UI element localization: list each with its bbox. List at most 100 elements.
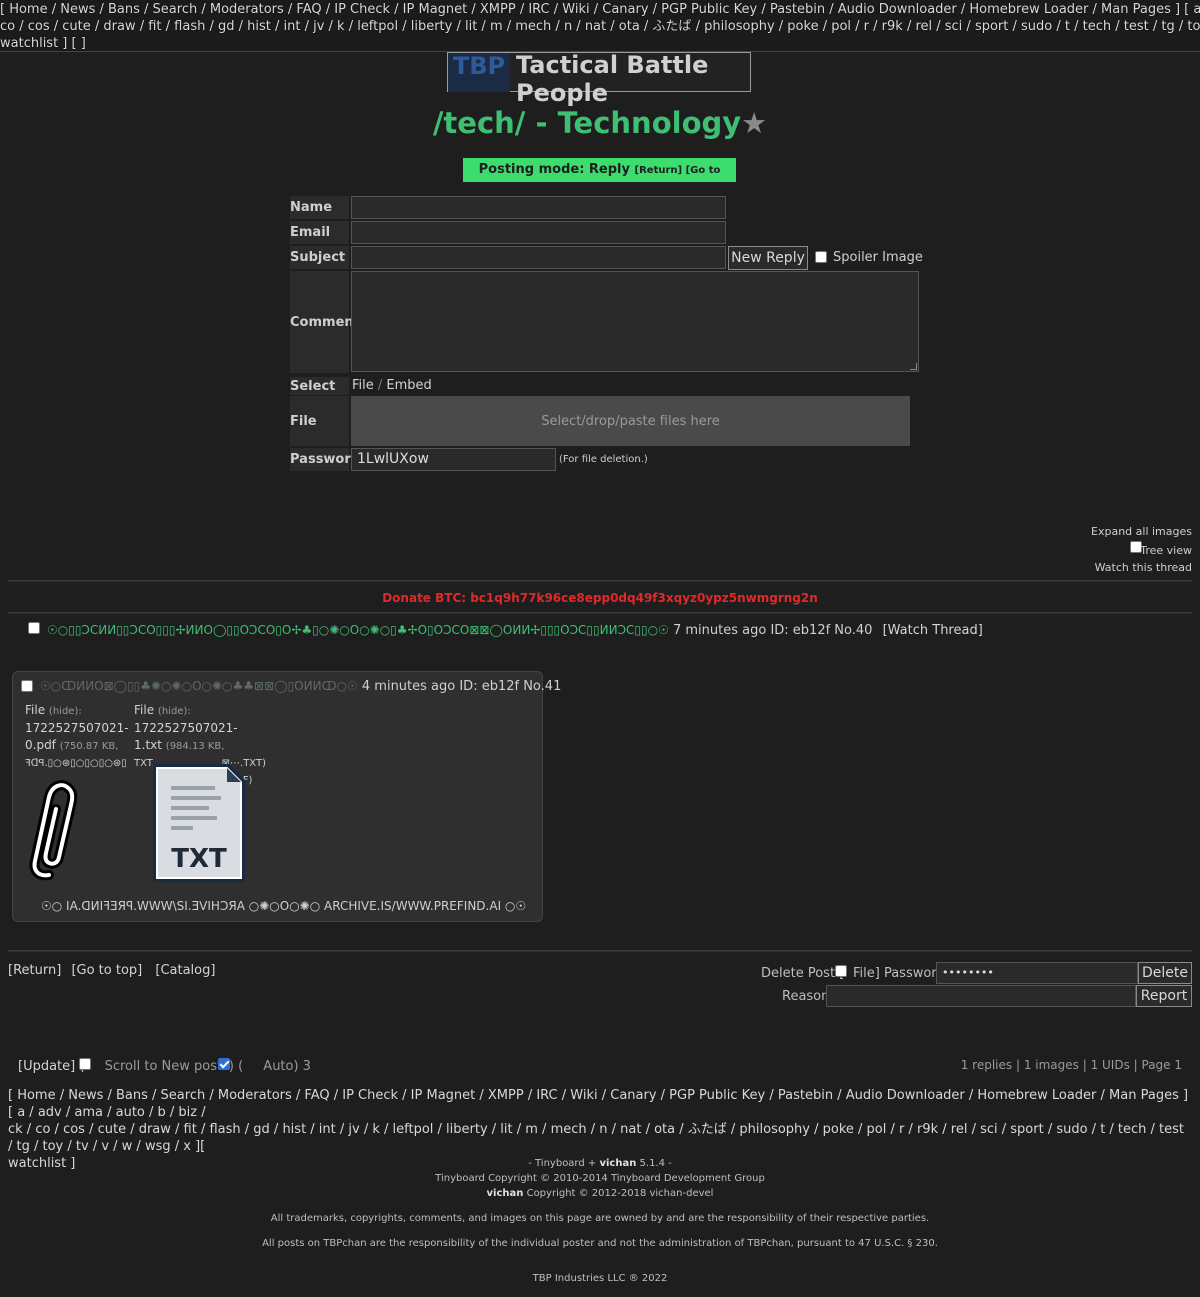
update-link[interactable]: [Update] ( bbox=[18, 1059, 84, 1074]
auto-update-label: Auto) 3 bbox=[263, 1059, 311, 1074]
posting-mode-label: Posting mode: Reply bbox=[478, 162, 630, 177]
watch-thread-button[interactable]: [Watch Thread] bbox=[883, 623, 983, 638]
file2-link-ext[interactable]: 1.txt bbox=[134, 738, 162, 752]
file1-link[interactable]: 1722527507021- bbox=[25, 721, 129, 735]
file1-original-name: ꟻᗡꟼ.▯○⊛▯○▯○▯○⊛▯ bbox=[25, 758, 127, 769]
watch-thread-link[interactable]: Watch this thread bbox=[1095, 561, 1192, 574]
spoiler-checkbox[interactable] bbox=[815, 251, 827, 263]
divider bbox=[8, 950, 1192, 952]
file2-hide-link[interactable]: (hide): bbox=[158, 706, 191, 717]
paperclip-icon bbox=[29, 780, 78, 881]
bottom-return-link[interactable]: [Return] bbox=[8, 963, 61, 978]
bottom-top-link[interactable]: [Go to top] bbox=[71, 963, 142, 978]
select-file-link[interactable]: File bbox=[352, 378, 374, 393]
footer-nav-line-1[interactable]: [ Home / News / Bans / Search / Moderato… bbox=[8, 1087, 1192, 1121]
report-button[interactable]: Report bbox=[1136, 985, 1192, 1007]
credits-trademarks: All trademarks, copyrights, comments, an… bbox=[270, 1213, 930, 1224]
txt-thumbnail-label: TXT bbox=[171, 844, 227, 874]
subject-label: Subject bbox=[290, 246, 349, 269]
thread-stats: 1 replies | 1 images | 1 UIDs | Page 1 bbox=[960, 1058, 1182, 1072]
credits-vichan-copyright: Copyright © 2012-2018 vichan-devel bbox=[523, 1188, 714, 1199]
file2-label: File bbox=[134, 703, 155, 717]
update-controls: [Update] ( Scroll to New posts) ( Auto) … bbox=[18, 1059, 311, 1074]
tree-view-label: Tree view bbox=[1140, 544, 1192, 557]
subject-input[interactable] bbox=[351, 246, 726, 269]
donate-btc: Donate BTC: bc1q9h77k96ce8epp0dq49f3xqyz… bbox=[382, 591, 818, 605]
select-embed-link[interactable]: Embed bbox=[386, 378, 431, 393]
name-label: Name bbox=[290, 196, 349, 219]
bottom-thread-nav: [Return] [Go to top] [Catalog] bbox=[8, 963, 215, 978]
op-post-meta[interactable]: 7 minutes ago ID: eb12f No.40 bbox=[673, 623, 872, 638]
select-label: Select bbox=[290, 377, 349, 395]
divider bbox=[8, 612, 1192, 614]
file1-info: File (hide): 1722527507021- 0.pdf (750.8… bbox=[25, 702, 130, 772]
board-title-text: /tech/ - Technology bbox=[432, 106, 742, 140]
reply-post-header: ☉○ↀИИO⊠◯▯▯♣✺○✺○O○✺○♣♣⊠⊠◯▯OИИↀ○☉ 4 minute… bbox=[40, 679, 561, 694]
reply-body: ☉○ IA.ᗡИIꟻƎЯꟼ.WWW\SI.ƎVIHƆЯA ○✺○O○✺○ ARC… bbox=[41, 899, 527, 913]
credits-line-2: Tinyboard Copyright © 2010-2014 Tinyboar… bbox=[435, 1173, 765, 1184]
top-nav-line-1[interactable]: [ Home / News / Bans / Search / Moderato… bbox=[0, 1, 1200, 18]
posting-mode-bar: Posting mode: Reply [Return] [Go to bott… bbox=[463, 158, 736, 201]
op-poster-name: ☉○▯▯ƆCИИ▯▯ƆCO▯▯▯✢ИИO◯▯▯OƆCO▯O✢♣▯○✺○O○✺○▯… bbox=[47, 623, 669, 637]
auto-update-checkbox[interactable] bbox=[218, 1058, 230, 1070]
delete-button[interactable]: Delete bbox=[1138, 962, 1192, 984]
site-banner[interactable]: TBP Tactical Battle People bbox=[447, 51, 751, 107]
delete-password-input[interactable]: •••••••• bbox=[936, 962, 1138, 984]
bottom-catalog-link[interactable]: [Catalog] bbox=[155, 963, 215, 978]
credits-responsibility: All posts on TBPchan are the responsibil… bbox=[262, 1238, 938, 1249]
file1-size: (750.87 KB, bbox=[59, 741, 119, 752]
scroll-new-posts-checkbox[interactable] bbox=[79, 1058, 91, 1070]
file1-link-ext[interactable]: 0.pdf bbox=[25, 738, 56, 752]
reply-select-checkbox[interactable] bbox=[21, 680, 33, 692]
select-options: File / Embed bbox=[352, 378, 432, 393]
password-hint: (For file deletion.) bbox=[559, 454, 648, 465]
footer-nav-line-2[interactable]: ck / co / cos / cute / draw / fit / flas… bbox=[8, 1121, 1192, 1155]
email-label: Email bbox=[290, 221, 349, 244]
spoiler-label: Spoiler Image bbox=[833, 250, 923, 265]
top-nav-line-3[interactable]: watchlist ] [ ] bbox=[0, 35, 1200, 52]
resize-handle-icon[interactable] bbox=[910, 363, 917, 370]
credits-vichan-link-2[interactable]: vichan bbox=[487, 1188, 524, 1199]
file2-size: (984.13 KB, bbox=[165, 741, 225, 752]
delete-file-only-checkbox[interactable] bbox=[835, 965, 847, 977]
delete-file-password-label: File] Password bbox=[853, 966, 945, 981]
credits-version: 5.1.4 - bbox=[636, 1158, 672, 1169]
reply-post-meta[interactable]: 4 minutes ago ID: eb12f No.41 bbox=[362, 679, 561, 694]
select-separator: / bbox=[373, 378, 387, 393]
credits-company: TBP Industries LLC ® 2022 bbox=[532, 1273, 668, 1284]
password-label: Password bbox=[290, 448, 360, 471]
password-input[interactable]: 1LwlUXow bbox=[351, 448, 556, 471]
expand-images-link[interactable]: Expand all images bbox=[1091, 525, 1192, 538]
comment-textarea[interactable] bbox=[351, 271, 919, 372]
file1-label: File bbox=[25, 703, 46, 717]
top-board-list: [ Home / News / Bans / Search / Moderato… bbox=[0, 0, 1200, 52]
banner-text: Tactical Battle People bbox=[516, 51, 709, 107]
credits-tinyboard: - Tinyboard + bbox=[528, 1158, 600, 1169]
credits-line-1: - Tinyboard + vichan 5.1.4 - bbox=[0, 1158, 1200, 1169]
reply-post: ☉○ↀИИO⊠◯▯▯♣✺○✺○O○✺○♣♣⊠⊠◯▯OИИↀ○☉ 4 minute… bbox=[12, 671, 561, 922]
tbp-logo: TBP bbox=[448, 53, 510, 92]
comment-label: Comment bbox=[290, 271, 360, 373]
favorite-star-icon[interactable]: ★ bbox=[741, 106, 767, 140]
email-input[interactable] bbox=[351, 221, 726, 244]
reason-input[interactable] bbox=[826, 985, 1136, 1007]
pdf-thumbnail[interactable] bbox=[27, 777, 87, 887]
txt-thumbnail[interactable]: TXT bbox=[151, 760, 247, 885]
board-title: /tech/ - Technology★ bbox=[0, 106, 1200, 140]
return-link[interactable]: [Return] bbox=[635, 165, 683, 176]
reason-label: Reason bbox=[782, 989, 830, 1004]
file2-link[interactable]: 1722527507021- bbox=[134, 721, 238, 735]
file-label: File bbox=[290, 396, 349, 446]
credits-vichan-link[interactable]: vichan bbox=[599, 1158, 636, 1169]
divider bbox=[8, 580, 1192, 582]
top-nav-line-2[interactable]: co / cos / cute / draw / fit / flash / g… bbox=[0, 18, 1200, 35]
delete-post-label: Delete Post [ bbox=[761, 966, 845, 981]
op-post-header: ☉○▯▯ƆCИИ▯▯ƆCO▯▯▯✢ИИO◯▯▯OƆCO▯O✢♣▯○✺○O○✺○▯… bbox=[47, 623, 983, 638]
reply-poster-name: ☉○ↀИИO⊠◯▯▯♣✺○✺○O○✺○♣♣⊠⊠◯▯OИИↀ○☉ bbox=[40, 679, 358, 693]
credits-line-3: vichan Copyright © 2012-2018 vichan-deve… bbox=[0, 1188, 1200, 1199]
file-dropzone[interactable]: Select/drop/paste files here bbox=[351, 396, 910, 446]
file1-hide-link[interactable]: (hide): bbox=[49, 706, 82, 717]
name-input[interactable] bbox=[351, 196, 726, 219]
new-reply-button[interactable]: New Reply bbox=[728, 246, 808, 270]
op-select-checkbox[interactable] bbox=[28, 622, 40, 634]
